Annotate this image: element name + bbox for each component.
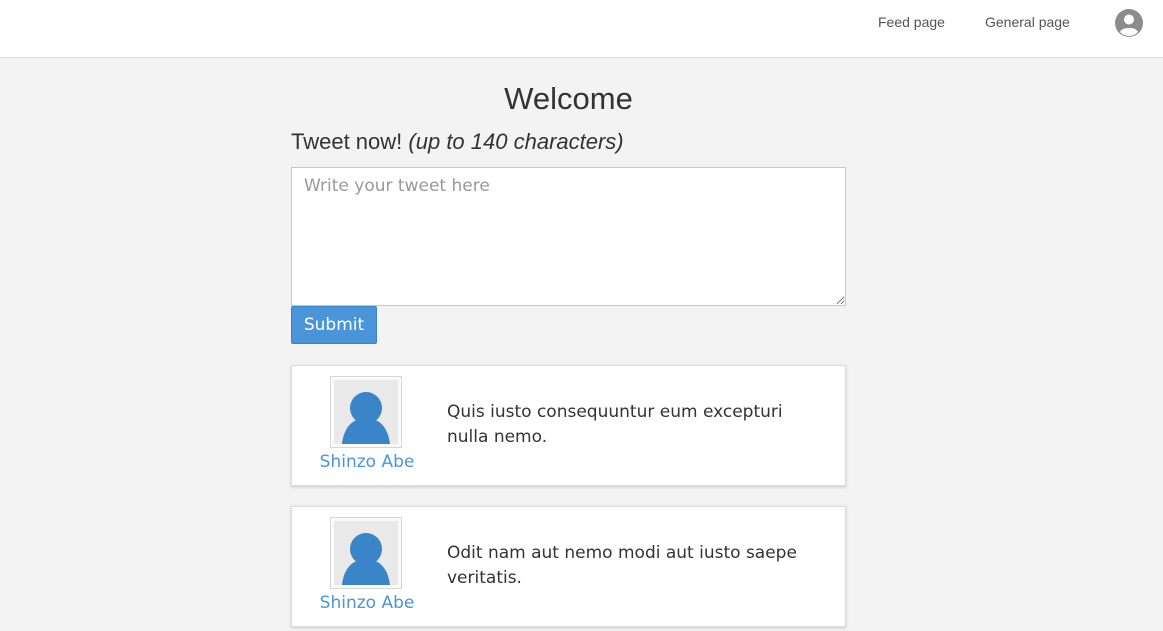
tweet-heading-label: Tweet now! [291, 129, 403, 154]
nav-general-page-link[interactable]: General page [985, 13, 1070, 31]
user-silhouette-icon [334, 521, 398, 585]
tweet-input[interactable] [291, 167, 846, 306]
tweet-author-link[interactable]: Shinzo Abe [292, 592, 442, 614]
nav-feed-page-link[interactable]: Feed page [878, 13, 945, 31]
submit-button[interactable]: Submit [291, 306, 377, 344]
avatar[interactable] [330, 376, 402, 448]
tweet-author-link[interactable]: Shinzo Abe [292, 451, 442, 473]
user-account-icon[interactable] [1114, 8, 1144, 38]
tweet-text: Odit nam aut nemo modi aut iusto saepe v… [447, 543, 797, 588]
tweet-card: Shinzo Abe Quis iusto consequuntur eum e… [291, 365, 846, 486]
tweet-text: Quis iusto consequuntur eum excepturi nu… [447, 402, 783, 447]
avatar[interactable] [330, 517, 402, 589]
page-title: Welcome [504, 81, 633, 116]
tweet-card: Shinzo Abe Odit nam aut nemo modi aut iu… [291, 506, 846, 627]
top-navbar: Feed page General page [0, 0, 1163, 58]
tweet-form-heading: Tweet now! (up to 140 characters) [291, 128, 624, 156]
user-silhouette-icon [334, 380, 398, 444]
tweet-heading-note: (up to 140 characters) [408, 129, 624, 154]
